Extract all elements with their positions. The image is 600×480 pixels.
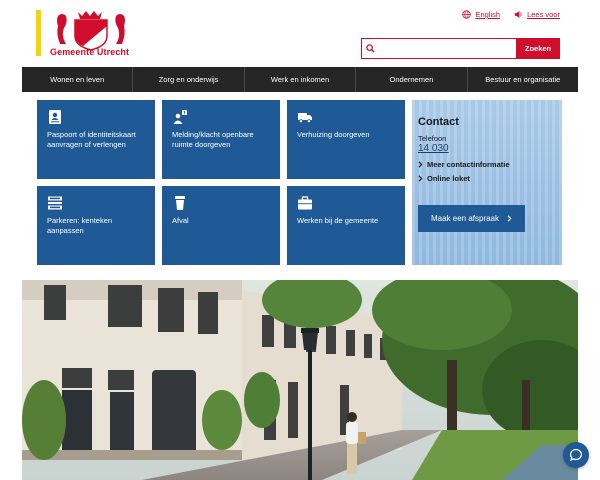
moving-truck-icon (298, 113, 312, 124)
tile-label: Verhuizing doorgeven (297, 130, 370, 139)
chevron-right-icon (507, 215, 512, 222)
tile-melding[interactable]: Melding/klacht openbare ruimte doorgeven (162, 100, 280, 179)
parking-sign-icon (48, 196, 62, 210)
nav-item-zorg[interactable]: Zorg en onderwijs (133, 67, 245, 92)
brand-name: Gemeente Utrecht (50, 47, 130, 57)
read-aloud-label: Lees voor (527, 10, 560, 19)
chevron-right-icon (418, 161, 423, 168)
tile-passport[interactable]: Paspoort of identiteitskaart aanvragen o… (37, 100, 155, 179)
english-label: English (475, 10, 501, 19)
contact-content: Contact Telefoon 14 030 Meer contactinfo… (418, 116, 510, 188)
search-box (361, 38, 516, 59)
site-header: Gemeente Utrecht English Lees voor Zoeke… (0, 0, 600, 67)
tile-label: Afval (172, 216, 189, 225)
tile-label: Melding/klacht openbare ruimte doorgeven (172, 130, 254, 149)
passport-icon (49, 110, 61, 124)
main-nav: Wonen en leven Zorg en onderwijs Werk en… (22, 67, 578, 92)
tile-verhuizing[interactable]: Verhuizing doorgeven (287, 100, 405, 179)
contact-title: Contact (418, 116, 459, 128)
globe-icon (462, 10, 472, 19)
contact-phone-label: Telefoon (418, 134, 447, 143)
chat-bubble-icon (569, 448, 583, 462)
briefcase-icon (298, 196, 312, 210)
street-scene-illustration (22, 280, 578, 480)
tile-label: Paspoort of identiteitskaart aanvragen o… (47, 130, 136, 149)
more-contact-info-link[interactable]: Meer contactinformatie (418, 160, 510, 169)
chevron-right-icon (418, 175, 423, 182)
search-button[interactable]: Zoeken (516, 38, 560, 59)
search-icon (366, 44, 375, 53)
top-links: English Lees voor (462, 10, 560, 19)
nav-item-ondernemen[interactable]: Ondernemen (356, 67, 468, 92)
waste-bin-icon (175, 196, 185, 210)
chat-button[interactable] (563, 442, 589, 468)
make-appointment-button[interactable]: Maak een afspraak (418, 205, 525, 232)
tile-parkeren[interactable]: Parkeren: kenteken aanpassen (37, 186, 155, 265)
speaker-icon (514, 10, 522, 19)
tile-afval[interactable]: Afval (162, 186, 280, 265)
tile-werken[interactable]: Werken bij de gemeente (287, 186, 405, 265)
report-person-icon (173, 110, 187, 124)
nav-item-werk[interactable]: Werk en inkomen (245, 67, 357, 92)
read-aloud-link[interactable]: Lees voor (514, 10, 560, 19)
contact-phone-link[interactable]: 14 030 (418, 143, 510, 154)
nav-item-wonen[interactable]: Wonen en leven (22, 67, 134, 92)
more-contact-info-label: Meer contactinformatie (427, 160, 510, 169)
online-loket-link[interactable]: Online loket (418, 174, 510, 183)
online-loket-label: Online loket (427, 174, 470, 183)
tile-label: Parkeren: kenteken aanpassen (47, 216, 113, 235)
english-link[interactable]: English (462, 10, 500, 19)
contact-panel: Contact Telefoon 14 030 Meer contactinfo… (412, 100, 562, 265)
make-appointment-label: Maak een afspraak (430, 214, 500, 223)
search-bar: Zoeken (361, 38, 560, 59)
logo-accent-bar (36, 10, 41, 56)
tile-label: Werken bij de gemeente (297, 216, 379, 225)
nav-item-bestuur[interactable]: Bestuur en organisatie (468, 67, 578, 92)
city-street-photo (22, 280, 578, 480)
search-input[interactable] (362, 40, 516, 59)
